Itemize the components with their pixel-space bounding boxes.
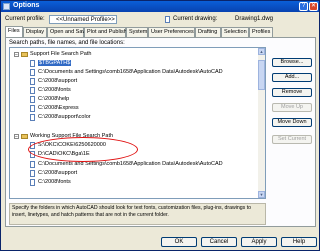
tree-item[interactable]: $TBGPATH$ bbox=[10, 59, 260, 68]
description-box: Specify the folders in which AutoCAD sho… bbox=[9, 203, 266, 225]
add-button[interactable]: Add... bbox=[272, 73, 312, 82]
path-icon bbox=[30, 170, 35, 177]
move-down-button[interactable]: Move Down bbox=[272, 118, 312, 127]
tab-display[interactable]: Display bbox=[23, 27, 47, 37]
ok-button[interactable]: OK bbox=[161, 237, 197, 247]
path-icon bbox=[30, 179, 35, 186]
tree-label: C:\2008\support bbox=[38, 78, 78, 84]
description-text: Specify the folders in which AutoCAD sho… bbox=[12, 205, 252, 218]
tree-label: C:\2008\fonts bbox=[38, 179, 71, 185]
drawing-icon bbox=[165, 16, 170, 23]
tree-label: C:\Documents and Settings\comb1658\Appli… bbox=[38, 69, 223, 75]
set-current-button[interactable]: Set Current bbox=[272, 135, 312, 144]
tab-system[interactable]: System bbox=[126, 27, 148, 37]
tree-item[interactable]: C:\Documents and Settings\comb1658\Appli… bbox=[10, 68, 260, 77]
tab-user-preferences[interactable]: User Preferences bbox=[148, 27, 195, 37]
files-panel: Search paths, file names, and file locat… bbox=[5, 37, 316, 227]
remove-button[interactable]: Remove bbox=[272, 88, 312, 97]
help-button[interactable]: Help bbox=[281, 237, 317, 247]
path-icon bbox=[30, 96, 35, 103]
cancel-button[interactable]: Cancel bbox=[201, 237, 237, 247]
current-profile-value: <<Unnamed Profile>> bbox=[56, 17, 115, 23]
close-button[interactable]: ✕ bbox=[309, 2, 318, 11]
path-icon bbox=[30, 105, 35, 112]
tab-open-and-save[interactable]: Open and Save bbox=[47, 27, 88, 37]
tab-files[interactable]: Files bbox=[5, 26, 23, 37]
folder-icon bbox=[21, 52, 28, 57]
profile-row: Current profile: <<Unnamed Profile>> Cur… bbox=[5, 15, 317, 24]
window-title: Options bbox=[13, 2, 40, 9]
folder-icon bbox=[21, 134, 28, 139]
tree-item[interactable]: C:\2008\support\color bbox=[10, 113, 260, 122]
panel-caption: Search paths, file names, and file locat… bbox=[9, 40, 125, 46]
tree-label: C:\2008\fonts bbox=[38, 87, 71, 93]
path-icon bbox=[30, 161, 35, 168]
tree-label: C:\2008\support bbox=[38, 170, 78, 176]
tree-label: C:\2008\Express bbox=[38, 105, 79, 111]
tree-label: C:\2008\support\color bbox=[38, 114, 91, 120]
tree-group[interactable]: − Support File Search Path bbox=[10, 50, 260, 59]
tree-item[interactable]: C:\Documents and Settings\comb1658\Appli… bbox=[10, 160, 260, 169]
tab-selection[interactable]: Selection bbox=[221, 27, 249, 37]
red-annotation-circle bbox=[28, 137, 138, 162]
file-tree[interactable]: − Support File Search Path $TBGPATH$ C:\… bbox=[9, 47, 266, 199]
tree-item[interactable]: C:\2008\fonts bbox=[10, 86, 260, 95]
tree-label: C:\2008\help bbox=[38, 96, 70, 102]
tab-plot-and-publish[interactable]: Plot and Publish bbox=[84, 27, 127, 37]
app-icon bbox=[3, 3, 10, 10]
tree-item[interactable]: C:\2008\fonts bbox=[10, 178, 260, 187]
current-drawing-label: Current drawing: bbox=[173, 16, 218, 22]
tree-label: Support File Search Path bbox=[30, 51, 92, 57]
path-icon bbox=[30, 69, 35, 76]
scroll-down-icon[interactable]: ▼ bbox=[258, 191, 265, 198]
apply-button[interactable]: Apply bbox=[241, 237, 277, 247]
path-icon bbox=[30, 114, 35, 121]
collapse-icon[interactable]: − bbox=[14, 52, 19, 58]
tab-drafting[interactable]: Drafting bbox=[195, 27, 221, 37]
help-title-button[interactable]: ? bbox=[299, 2, 308, 11]
move-up-button[interactable]: Move Up bbox=[272, 103, 312, 112]
tree-item[interactable]: C:\2008\support bbox=[10, 77, 260, 86]
tree-label: C:\Documents and Settings\comb1658\Appli… bbox=[38, 161, 223, 167]
path-icon bbox=[30, 87, 35, 94]
tree-item[interactable]: C:\2008\Express bbox=[10, 104, 260, 113]
tab-bar: Files Display Open and Save Plot and Pub… bbox=[5, 26, 317, 37]
scroll-up-icon[interactable]: ▲ bbox=[258, 48, 265, 55]
tab-profiles[interactable]: Profiles bbox=[249, 27, 273, 37]
current-drawing-value: Drawing1.dwg bbox=[235, 16, 274, 22]
tree-item[interactable]: C:\2008\help bbox=[10, 95, 260, 104]
tree-scrollbar[interactable]: ▲ ▼ bbox=[258, 48, 265, 198]
collapse-icon[interactable]: − bbox=[14, 134, 19, 140]
path-icon bbox=[30, 60, 35, 67]
tree-item[interactable]: C:\2008\support bbox=[10, 169, 260, 178]
title-bar[interactable]: Options ? ✕ bbox=[1, 1, 319, 12]
options-dialog: Options ? ✕ Current profile: <<Unnamed P… bbox=[0, 0, 320, 251]
browse-button[interactable]: Browse... bbox=[272, 58, 312, 67]
tree-label: $TBGPATH$ bbox=[38, 60, 72, 66]
path-icon bbox=[30, 78, 35, 85]
current-profile-label: Current profile: bbox=[5, 16, 45, 22]
scroll-thumb[interactable] bbox=[258, 60, 265, 90]
profile-display: <<Unnamed Profile>> bbox=[49, 15, 117, 24]
